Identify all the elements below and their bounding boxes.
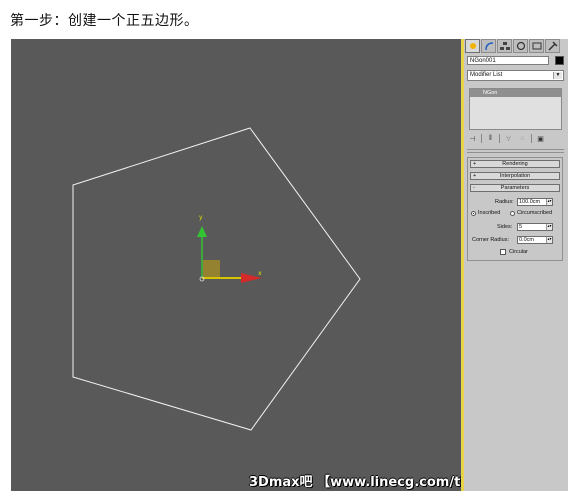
expand-icon: + xyxy=(473,173,477,179)
expand-icon: + xyxy=(473,161,477,167)
hierarchy-tab[interactable] xyxy=(497,39,512,53)
circular-label: Circular xyxy=(509,249,528,255)
monitor-icon xyxy=(532,42,541,50)
command-panel-tabs xyxy=(465,39,560,55)
pin-stack-icon[interactable]: ⊣ xyxy=(467,134,478,144)
make-unique-icon[interactable]: ∀ xyxy=(503,134,514,144)
motion-tab[interactable] xyxy=(513,39,528,53)
modifier-list-dropdown[interactable]: Modifier List ▼ xyxy=(467,70,564,81)
modifier-list-label: Modifier List xyxy=(470,72,503,78)
interpolation-rollout[interactable]: + Interpolation xyxy=(470,172,560,180)
rollout-title: Rendering xyxy=(502,161,528,167)
inscribed-label: Inscribed xyxy=(478,210,501,216)
display-tab[interactable] xyxy=(529,39,544,53)
panel-divider xyxy=(467,152,564,153)
motion-icon xyxy=(516,41,525,51)
sides-label: Sides: xyxy=(497,224,513,230)
spinner-arrows-icon[interactable]: ▴▾ xyxy=(546,224,552,230)
caption-text: 第一步：创建一个正五边形。 xyxy=(10,13,199,29)
spinner-arrows-icon[interactable]: ▴▾ xyxy=(546,237,552,243)
parameters-rollout[interactable]: - Parameters xyxy=(470,184,560,192)
perspective-viewport[interactable]: y x 3Dmax吧 【www.linecg.com/tieba/1771】 xyxy=(11,39,461,491)
toolbar-separator xyxy=(531,134,532,143)
rendering-rollout[interactable]: + Rendering xyxy=(470,160,560,168)
object-name-field[interactable]: NGon001 xyxy=(467,56,549,65)
object-color-swatch[interactable] xyxy=(555,56,564,65)
panel-divider xyxy=(467,149,564,150)
collapse-icon: - xyxy=(473,185,475,191)
modifier-stack: NGon xyxy=(469,88,562,130)
circumscribed-label: Circumscribed xyxy=(517,210,553,216)
rollout-area: + Rendering + Interpolation - Parameters… xyxy=(467,157,563,261)
radius-value: 100.0cm xyxy=(519,199,541,205)
command-panel: NGon001 Modifier List ▼ NGon ⊣ ‖ ∀ ⌂ ▣ +… xyxy=(464,39,568,491)
radius-label: Radius: xyxy=(495,199,514,205)
stack-item-ngon[interactable]: NGon xyxy=(470,89,561,97)
gizmo-x-label: x xyxy=(258,270,262,277)
gizmo-plane-handle[interactable] xyxy=(202,260,220,278)
corner-radius-label: Corner Radius: xyxy=(472,237,509,243)
inscribed-radio[interactable] xyxy=(471,211,476,216)
utilities-tab[interactable] xyxy=(545,39,560,53)
sides-value: 5 xyxy=(519,224,523,230)
toolbar-separator xyxy=(499,134,500,143)
transform-gizmo[interactable]: y x xyxy=(197,214,262,283)
rollout-title: Interpolation xyxy=(499,173,531,179)
gizmo-y-label: y xyxy=(199,214,203,221)
dropdown-arrow-icon: ▼ xyxy=(553,72,562,79)
watermark-text: 3Dmax吧 【www.linecg.com/tieba/1771】 xyxy=(249,475,461,490)
hierarchy-icon xyxy=(499,42,510,50)
sun-icon xyxy=(469,43,476,49)
gizmo-y-arrow xyxy=(197,226,207,237)
circumscribed-radio[interactable] xyxy=(510,211,515,216)
rollout-title: Parameters xyxy=(500,185,530,191)
bend-icon xyxy=(484,42,493,51)
spinner-arrows-icon[interactable]: ▴▾ xyxy=(546,199,552,205)
corner-radius-spinner[interactable]: 0.0cm ▴▾ xyxy=(517,236,553,244)
viewport-canvas: y x xyxy=(72,127,361,431)
show-end-result-icon[interactable]: ‖ xyxy=(485,134,496,144)
configure-sets-icon[interactable]: ▣ xyxy=(535,134,546,144)
circular-checkbox[interactable] xyxy=(500,249,506,255)
create-tab[interactable] xyxy=(465,39,480,53)
sides-spinner[interactable]: 5 ▴▾ xyxy=(517,223,553,231)
toolbar-separator xyxy=(481,134,482,143)
corner-radius-value: 0.0cm xyxy=(519,237,534,243)
hammer-icon xyxy=(547,41,558,51)
stack-toolbar: ⊣ ‖ ∀ ⌂ ▣ xyxy=(467,132,565,145)
remove-modifier-icon[interactable]: ⌂ xyxy=(517,134,528,144)
radius-spinner[interactable]: 100.0cm ▴▾ xyxy=(517,198,553,206)
modify-tab[interactable] xyxy=(481,39,496,53)
